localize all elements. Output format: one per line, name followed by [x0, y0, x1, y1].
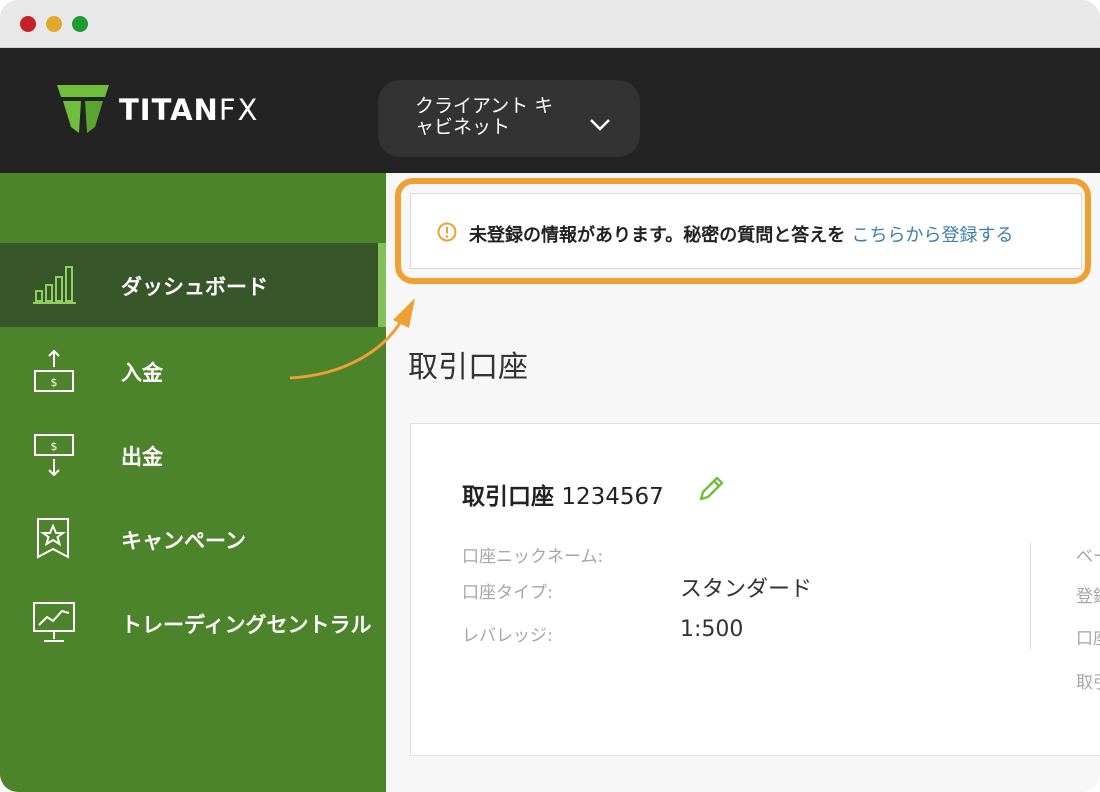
trading-monitor-icon — [33, 602, 75, 642]
alert-text: 未登録の情報があります。秘密の質問と答えを — [469, 225, 852, 246]
chevron-down-icon — [590, 119, 610, 131]
account-card: 取引口座 1234567 口座ニックネーム: 口座タイプ: スタンダード レバレ… — [410, 423, 1100, 756]
sidebar-item-label: トレーディングセントラル — [121, 613, 372, 637]
top-header: TITANFX クライアント キャビネット — [0, 48, 1100, 173]
sidebar-item-label: 入金 — [121, 361, 163, 385]
leverage-value: 1:500 — [680, 617, 744, 642]
logo-wordmark: TITANFX — [119, 93, 259, 127]
account-title-label: 取引口座 — [462, 484, 554, 510]
account-type-value: スタンダード — [680, 577, 813, 602]
titanfx-logo[interactable]: TITANFX — [55, 83, 285, 138]
right-field-label: 登録 — [1076, 587, 1100, 607]
close-window-button[interactable] — [20, 16, 36, 32]
browser-window: TITANFX クライアント キャビネット ダッシュボード $ 入金 $ 出金 … — [0, 0, 1100, 792]
annotation-arrow-icon — [289, 298, 415, 380]
bar-chart-icon — [33, 266, 76, 304]
sidebar-item-campaign[interactable]: キャンペーン — [0, 497, 386, 581]
titan-shield-icon — [57, 85, 109, 133]
right-field-label: 取引 — [1076, 673, 1100, 693]
account-type-label: 口座タイプ: — [462, 583, 553, 603]
sidebar-item-label: キャンペーン — [121, 529, 246, 553]
client-cabinet-dropdown[interactable]: クライアント キャビネット — [378, 80, 640, 157]
svg-text:$: $ — [51, 376, 58, 389]
pencil-edit-icon[interactable] — [696, 474, 726, 504]
sidebar: ダッシュボード $ 入金 $ 出金 キャンペーン トレーディングセントラル — [0, 173, 386, 792]
page-title: 取引口座 — [408, 350, 528, 385]
sidebar-item-label: ダッシュボード — [121, 275, 268, 299]
leverage-label: レバレッジ: — [462, 626, 553, 646]
nickname-label: 口座ニックネーム: — [462, 547, 604, 567]
right-field-label: 口座 — [1076, 629, 1100, 649]
logo-main: TITAN — [119, 93, 219, 127]
register-link[interactable]: こちらから登録する — [851, 225, 1013, 246]
deposit-icon: $ — [34, 349, 74, 392]
sidebar-item-label: 出金 — [121, 445, 163, 469]
account-number: 1234567 — [561, 484, 664, 510]
right-field-label: ベー — [1076, 547, 1100, 567]
minimize-window-button[interactable] — [46, 16, 62, 32]
warning-icon — [437, 222, 457, 242]
security-question-alert: 未登録の情報があります。秘密の質問と答えを こちらから登録する — [410, 193, 1082, 269]
campaign-badge-icon — [37, 518, 69, 559]
alert-message: 未登録の情報があります。秘密の質問と答えを こちらから登録する — [469, 221, 1013, 247]
window-titlebar — [0, 0, 1100, 48]
maximize-window-button[interactable] — [72, 16, 88, 32]
sidebar-item-withdraw[interactable]: $ 出金 — [0, 413, 386, 497]
account-title: 取引口座 1234567 — [462, 477, 664, 511]
sidebar-item-trading-central[interactable]: トレーディングセントラル — [0, 581, 386, 665]
client-cabinet-label: クライアント キャビネット — [415, 95, 554, 138]
logo-fx: FX — [218, 93, 260, 127]
card-divider — [1030, 542, 1031, 650]
svg-text:$: $ — [51, 440, 58, 453]
withdraw-icon: $ — [34, 434, 74, 477]
